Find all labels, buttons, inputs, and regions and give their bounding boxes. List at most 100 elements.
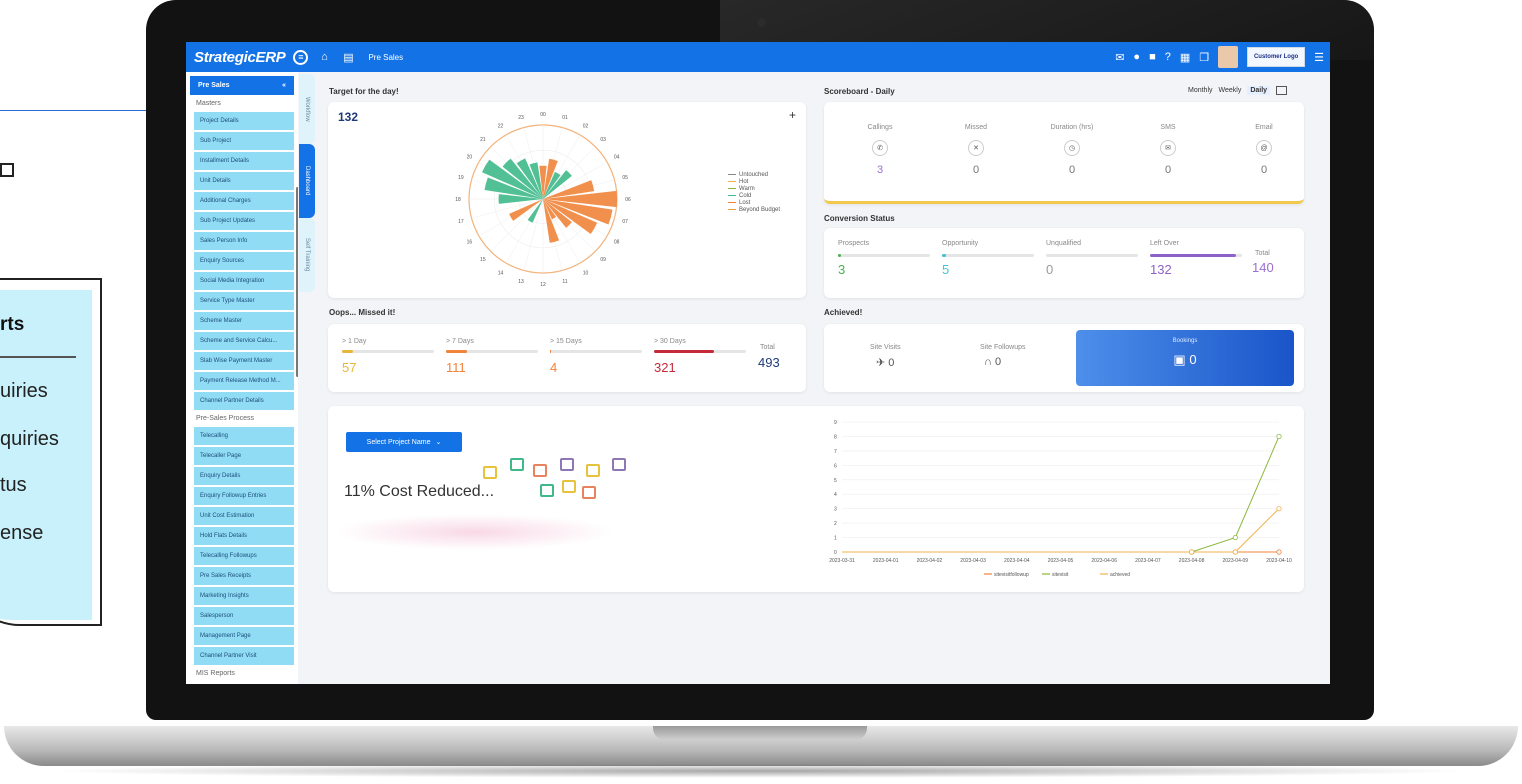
sidebar-item[interactable]: Telecalling bbox=[194, 427, 294, 445]
y-tick-label: 7 bbox=[834, 449, 837, 455]
conversion-label: Unqualified bbox=[1046, 240, 1082, 247]
calculator-icon[interactable]: ▦ bbox=[1180, 51, 1190, 64]
sidebar-group-masters[interactable]: Masters bbox=[186, 97, 298, 110]
avatar[interactable] bbox=[1218, 46, 1239, 68]
sidebar-item[interactable]: Salesperson bbox=[194, 607, 294, 625]
calendar-icon[interactable] bbox=[1276, 86, 1288, 95]
background-card-title: rts bbox=[0, 314, 25, 335]
scoreboard-value: 0 bbox=[1164, 164, 1172, 176]
select-project-dropdown[interactable]: Select Project Name ⌄ bbox=[346, 432, 462, 452]
laptop-shadow bbox=[40, 764, 1480, 778]
timer-icon[interactable]: ◷ bbox=[1064, 140, 1080, 156]
x-tick-label: 2023-03-31 bbox=[829, 558, 855, 564]
bookings-tile[interactable]: Bookings ▣ 0 bbox=[1076, 330, 1294, 386]
sidebar-item[interactable]: Additional Charges bbox=[194, 192, 294, 210]
sidebar-group-reports[interactable]: MIS Reports bbox=[186, 667, 298, 680]
tab-workflow[interactable]: Workflow bbox=[299, 74, 315, 144]
y-tick-label: 8 bbox=[834, 434, 837, 440]
walk-icon: ✈ bbox=[876, 357, 889, 369]
missed-progress-fill bbox=[342, 350, 354, 353]
missed-progress-track bbox=[654, 350, 746, 353]
missed-progress-fill bbox=[550, 350, 551, 353]
sidebar-item[interactable]: Unit Details bbox=[194, 172, 294, 190]
customer-logo[interactable]: Customer Logo bbox=[1247, 47, 1306, 67]
sidebar-item[interactable]: Channel Partner Visit bbox=[194, 647, 294, 665]
sidebar-item[interactable]: Sales Person Info bbox=[194, 232, 294, 250]
sidebar-item[interactable]: Project Details bbox=[194, 112, 294, 130]
conversion-progress-track bbox=[838, 254, 930, 257]
sidebar-item[interactable]: Unit Cost Estimation bbox=[194, 507, 294, 525]
sidebar-item[interactable]: Hold Flats Details bbox=[194, 527, 294, 545]
scoreboard-label: Duration (hrs) bbox=[1050, 124, 1094, 131]
home-icon[interactable]: ⌂ bbox=[316, 49, 332, 65]
conversion-value: 5 bbox=[942, 262, 950, 277]
mail-icon[interactable]: ✉ bbox=[1115, 51, 1124, 64]
achieved-title: Achieved! bbox=[824, 308, 863, 317]
sidebar-item[interactable]: Social Media Integration bbox=[194, 272, 294, 290]
webcam bbox=[757, 18, 766, 27]
breadcrumb[interactable]: Pre Sales bbox=[368, 53, 403, 62]
sidebar-item[interactable]: Enquiry Followup Entries bbox=[194, 487, 294, 505]
house-icon bbox=[510, 458, 524, 471]
missed-call-icon[interactable]: ✕ bbox=[968, 140, 984, 156]
sidebar-item[interactable]: Marketing Insights bbox=[194, 587, 294, 605]
sidebar-item[interactable]: Payment Release Method M... bbox=[194, 372, 294, 390]
background-card-item: tus bbox=[0, 474, 27, 496]
tab-daily[interactable]: Daily bbox=[1247, 86, 1271, 95]
at-icon[interactable]: @ bbox=[1256, 140, 1272, 156]
video-icon[interactable]: ■ bbox=[1149, 51, 1156, 63]
tab-monthly[interactable]: Monthly bbox=[1188, 87, 1213, 94]
polar-hour-label: 12 bbox=[540, 282, 546, 288]
sms-icon[interactable]: ✉ bbox=[1160, 140, 1176, 156]
line-chart: 0 1 2 3 4 5 6 7 8 9 2023-03-31 2023-04-01 2023-04-02… bbox=[829, 420, 1292, 578]
conversion-value: 3 bbox=[838, 262, 846, 277]
phone-icon[interactable]: ✆ bbox=[872, 140, 888, 156]
sidebar-item[interactable]: Sub Project bbox=[194, 132, 294, 150]
sidebar-item[interactable]: Enquiry Details bbox=[194, 467, 294, 485]
series-point bbox=[1232, 549, 1238, 555]
site-visits-stat: ✈ 0 bbox=[876, 356, 894, 369]
sidebar-item[interactable]: Telecalling Followups bbox=[194, 547, 294, 565]
sidebar-item[interactable]: Installment Details bbox=[194, 152, 294, 170]
missed-progress-fill bbox=[654, 350, 714, 353]
legend-swatch bbox=[728, 180, 736, 182]
sidebar-item[interactable]: Sub Project Updates bbox=[194, 212, 294, 230]
sidebar-item[interactable]: Management Page bbox=[194, 627, 294, 645]
microphone-icon[interactable]: ● bbox=[1133, 51, 1140, 63]
sidebar-item[interactable]: Pre Sales Receipts bbox=[194, 567, 294, 585]
sidebar-scrollbar[interactable] bbox=[296, 187, 298, 377]
sidebar-item[interactable]: Telecaller Page bbox=[194, 447, 294, 465]
series-point bbox=[1232, 534, 1238, 541]
sidebar-group-process[interactable]: Pre-Sales Process bbox=[186, 412, 298, 425]
series-point bbox=[1188, 549, 1195, 555]
sidebar-header[interactable]: Pre Sales « bbox=[190, 76, 294, 95]
legend-item: Hot bbox=[728, 179, 780, 186]
sidebar-item[interactable]: Enquiry Sources bbox=[194, 252, 294, 270]
copy-icon[interactable]: ❐ bbox=[1199, 51, 1209, 64]
menu-icon[interactable]: ≡ bbox=[293, 49, 309, 65]
tab-dashboard[interactable]: Dashboard bbox=[299, 144, 315, 218]
polar-legend: Untouched Hot Warm Cold Lost Beyond Budget bbox=[728, 172, 780, 214]
scoreboard-value: 3 bbox=[876, 164, 884, 176]
sidebar-item[interactable]: Scheme and Service Calcu... bbox=[194, 332, 294, 350]
x-tick-label: 2023-04-08 bbox=[1179, 558, 1205, 564]
expand-icon[interactable]: + bbox=[789, 108, 796, 122]
background-card-item: uiries bbox=[0, 380, 48, 402]
collapse-icon[interactable]: « bbox=[282, 82, 286, 89]
x-tick-label: 2023-04-04 bbox=[1004, 558, 1030, 564]
tab-self-training[interactable]: Self Training bbox=[299, 218, 315, 292]
grid-menu-icon[interactable]: ☰ bbox=[1314, 51, 1324, 64]
sidebar-item[interactable]: Channel Partner Details bbox=[194, 392, 294, 410]
stage: rts uiries quiries tus ense StrategicERP… bbox=[0, 0, 1522, 784]
document-icon[interactable]: ▤ bbox=[340, 49, 356, 65]
brand-logo[interactable]: StrategicERP bbox=[194, 49, 286, 66]
sidebar-item[interactable]: Service Type Master bbox=[194, 292, 294, 310]
tab-weekly[interactable]: Weekly bbox=[1219, 87, 1242, 94]
polar-hour-label: 17 bbox=[458, 219, 464, 225]
conversion-progress-fill bbox=[1150, 254, 1237, 257]
legend-label: sitevisit bbox=[1052, 572, 1069, 578]
sidebar-item[interactable]: Slab Wise Payment Master bbox=[194, 352, 294, 370]
help-icon[interactable]: ? bbox=[1165, 51, 1171, 63]
sidebar-item[interactable]: Scheme Master bbox=[194, 312, 294, 330]
bookings-label: Bookings bbox=[1172, 338, 1198, 344]
